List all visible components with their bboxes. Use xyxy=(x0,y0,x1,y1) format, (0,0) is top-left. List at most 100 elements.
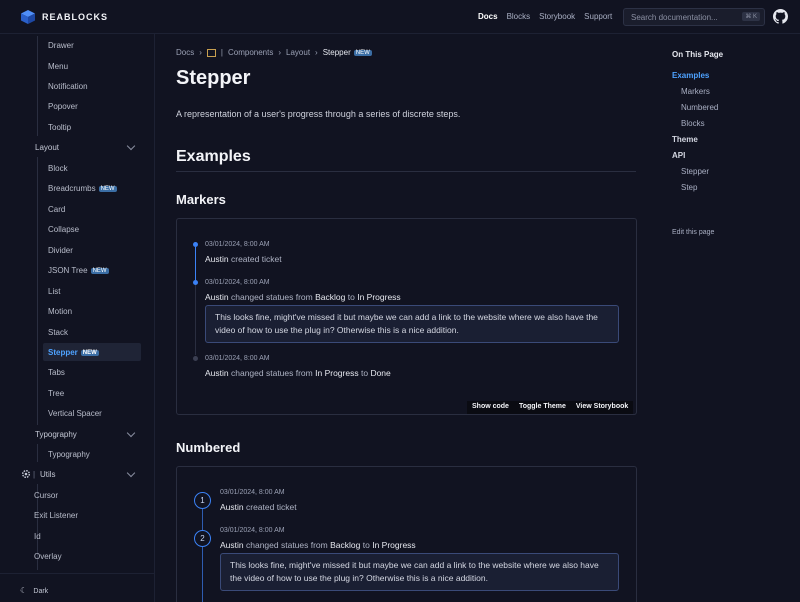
new-badge: NEW xyxy=(90,268,109,274)
sidebar-item-overlay[interactable]: Overlay xyxy=(34,552,62,561)
status-to: Done xyxy=(370,368,391,378)
status-to: In Progress xyxy=(357,292,401,302)
sidebar-item-popover[interactable]: Popover xyxy=(48,102,78,111)
step-comment: This looks fine, might've missed it but … xyxy=(205,305,619,343)
sidebar-tree-line xyxy=(37,444,38,462)
step-author: Austin xyxy=(205,254,229,264)
sidebar-item-tree[interactable]: Tree xyxy=(48,389,64,398)
sidebar-item-list[interactable]: List xyxy=(48,287,60,296)
top-bar: REABLOCKS Docs Blocks Storybook Support … xyxy=(0,0,800,34)
nav-storybook[interactable]: Storybook xyxy=(539,12,575,21)
sidebar-group-utils[interactable]: Utils xyxy=(40,470,56,479)
toc-api-step[interactable]: Step xyxy=(681,183,697,192)
sidebar-item-motion[interactable]: Motion xyxy=(48,307,72,316)
sidebar-item-tabs[interactable]: Tabs xyxy=(48,368,65,377)
sidebar-item-menu[interactable]: Menu xyxy=(48,62,68,71)
markers-heading: Markers xyxy=(176,192,226,207)
toc-blocks[interactable]: Blocks xyxy=(681,119,705,128)
heading-divider xyxy=(176,171,636,172)
edit-page-link[interactable]: Edit this page xyxy=(672,229,714,236)
sidebar-item-stack[interactable]: Stack xyxy=(48,328,68,337)
sidebar-item-divider[interactable]: Divider xyxy=(48,246,73,255)
sidebar-item-block[interactable]: Block xyxy=(48,164,68,173)
step-text: Austin changed statues from Backlog to I… xyxy=(205,292,401,302)
sidebar-item-typography[interactable]: Typography xyxy=(48,450,90,459)
step-number: 2 xyxy=(194,530,211,547)
theme-toggle[interactable]: ☾ Dark xyxy=(20,586,48,595)
search-input[interactable]: Search documentation... ⌘ K xyxy=(623,8,765,26)
chevron-right-icon: › xyxy=(278,48,282,57)
nav-blocks[interactable]: Blocks xyxy=(507,12,531,21)
toc-title: On This Page xyxy=(672,50,724,59)
toc-theme[interactable]: Theme xyxy=(672,135,698,144)
toggle-theme-button[interactable]: Toggle Theme xyxy=(514,401,571,414)
sidebar-item-collapse[interactable]: Collapse xyxy=(48,225,79,234)
search-placeholder: Search documentation... xyxy=(631,13,718,22)
step-text: Austin changed statues from Backlog to I… xyxy=(220,540,416,550)
step-author: Austin xyxy=(220,540,244,550)
logo[interactable]: REABLOCKS xyxy=(20,9,108,25)
status-from: Backlog xyxy=(315,292,346,302)
step-text: Austin created ticket xyxy=(220,502,297,512)
construction-icon xyxy=(206,48,216,57)
sidebar-item-exit-listener[interactable]: Exit Listener xyxy=(34,511,78,520)
toc-examples[interactable]: Examples xyxy=(672,71,709,80)
step-connector xyxy=(202,509,203,602)
breadcrumb-components[interactable]: Components xyxy=(228,48,273,57)
toc-api[interactable]: API xyxy=(672,151,685,160)
step-marker xyxy=(193,356,198,361)
sidebar-footer-divider xyxy=(0,573,155,574)
status-to: In Progress xyxy=(372,540,416,550)
toc-api-stepper[interactable]: Stepper xyxy=(681,167,709,176)
step-action: created ticket xyxy=(231,254,282,264)
sidebar-item-vertical-spacer[interactable]: Vertical Spacer xyxy=(48,409,102,418)
show-code-button[interactable]: Show code xyxy=(467,401,514,414)
toc-markers[interactable]: Markers xyxy=(681,87,710,96)
new-badge: NEW xyxy=(98,186,117,192)
breadcrumb-layout[interactable]: Layout xyxy=(286,48,310,57)
step-text: Austin changed statues from In Progress … xyxy=(205,368,391,378)
sidebar-item-drawer[interactable]: Drawer xyxy=(48,41,74,50)
new-badge: NEW xyxy=(353,50,372,56)
moon-icon: ☾ xyxy=(20,586,28,595)
step-author: Austin xyxy=(205,292,229,302)
cube-logo-icon xyxy=(21,10,35,24)
sidebar-item-tooltip[interactable]: Tooltip xyxy=(48,123,71,132)
theme-toggle-label: Dark xyxy=(33,588,49,595)
sidebar-item-id[interactable]: Id xyxy=(34,532,41,541)
breadcrumb-current-label: Stepper xyxy=(322,48,351,57)
separator: | xyxy=(33,470,36,479)
nav-support[interactable]: Support xyxy=(584,12,612,21)
view-storybook-button[interactable]: View Storybook xyxy=(571,401,633,414)
sidebar-group-typography[interactable]: Typography xyxy=(35,430,77,439)
toc-numbered[interactable]: Numbered xyxy=(681,103,718,112)
step-text: Austin created ticket xyxy=(205,254,282,264)
step-to: to xyxy=(347,292,355,302)
nav-docs[interactable]: Docs xyxy=(478,12,498,21)
search-shortcut: ⌘ K xyxy=(742,12,760,21)
sidebar-group-layout[interactable]: Layout xyxy=(35,143,59,152)
sidebar-item-json-tree[interactable]: JSON Tree NEW xyxy=(48,266,109,275)
page-lead: A representation of a user's progress th… xyxy=(176,109,461,119)
chevron-right-icon: › xyxy=(199,48,202,57)
step-action: created ticket xyxy=(246,502,297,512)
step-to: to xyxy=(360,368,369,378)
step-connector xyxy=(195,285,196,355)
breadcrumb-docs[interactable]: Docs xyxy=(176,48,194,57)
step-action: changed statues from xyxy=(231,368,313,378)
sidebar-tree-line xyxy=(37,36,38,136)
gear-icon xyxy=(22,470,30,478)
examples-heading: Examples xyxy=(176,148,251,165)
page-title: Stepper xyxy=(176,67,251,89)
sidebar-item-cursor[interactable]: Cursor xyxy=(34,491,58,500)
sidebar-item-label: JSON Tree xyxy=(48,266,88,275)
separator: | xyxy=(220,48,223,57)
sidebar-item-breadcrumbs[interactable]: Breadcrumbs NEW xyxy=(48,184,117,193)
sidebar-item-notification[interactable]: Notification xyxy=(48,82,88,91)
new-badge: NEW xyxy=(80,350,99,356)
step-timestamp: 03/01/2024, 8:00 AM xyxy=(220,489,285,496)
sidebar-item-card[interactable]: Card xyxy=(48,205,65,214)
sidebar-item-stepper[interactable]: Stepper NEW xyxy=(48,348,99,357)
github-icon[interactable] xyxy=(773,9,788,24)
example-toolbar: Show code Toggle Theme View Storybook xyxy=(467,401,634,414)
